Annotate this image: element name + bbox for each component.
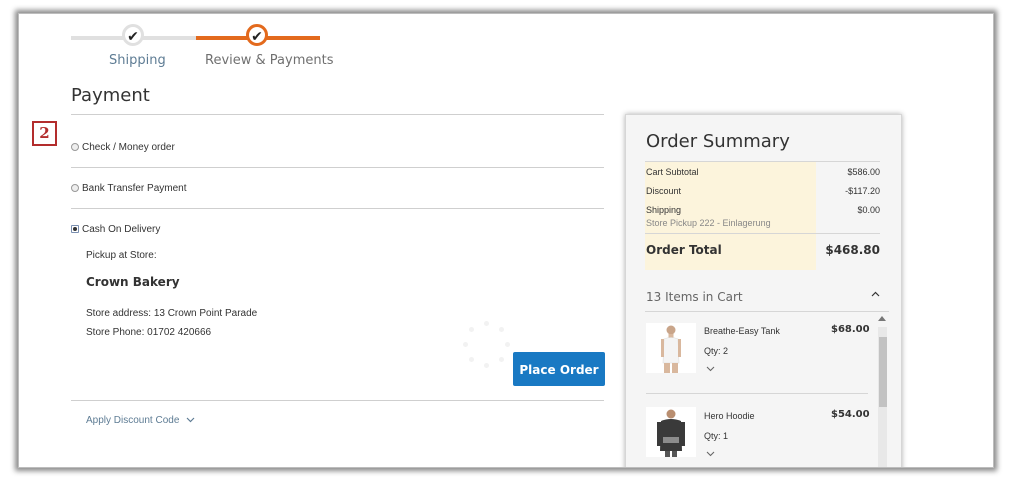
check-icon: ✔: [246, 24, 268, 46]
step-shipping[interactable]: Shipping: [109, 53, 166, 68]
chevron-up-icon[interactable]: [871, 289, 880, 300]
divider: [646, 393, 868, 394]
radio-button-selected[interactable]: [71, 225, 79, 234]
shipping-method: Store Pickup 222 - Einlagerung: [646, 218, 771, 228]
store-phone: Store Phone: 01702 420666: [86, 327, 212, 338]
product-image[interactable]: [646, 323, 696, 373]
store-name: Crown Bakery: [86, 275, 180, 289]
item-name: Hero Hoodie: [704, 411, 755, 421]
items-in-cart-toggle[interactable]: 13 Items in Cart: [646, 290, 743, 304]
apply-discount-toggle[interactable]: Apply Discount Code: [86, 415, 195, 426]
divider: [645, 311, 889, 312]
scrollbar-thumb[interactable]: [879, 337, 887, 407]
apply-discount-label: Apply Discount Code: [86, 415, 180, 426]
order-summary-title: Order Summary: [646, 131, 790, 152]
divider: [71, 208, 604, 209]
payment-method-label: Check / Money order: [82, 142, 175, 153]
chevron-down-icon[interactable]: [706, 364, 715, 374]
item-price: $68.00: [831, 324, 870, 335]
payment-method-label: Cash On Delivery: [82, 224, 161, 235]
radio-button[interactable]: [71, 184, 79, 193]
divider: [71, 114, 604, 115]
product-image[interactable]: [646, 407, 696, 457]
discount-label: Discount: [646, 186, 682, 196]
subtotal-value: $586.00: [847, 167, 880, 177]
divider: [71, 167, 604, 168]
divider: [645, 233, 880, 234]
payment-method-bank-transfer[interactable]: Bank Transfer Payment: [71, 183, 187, 194]
shipping-label: Shipping: [646, 205, 682, 215]
item-price: $54.00: [831, 409, 870, 420]
payment-method-cash-on-delivery[interactable]: Cash On Delivery: [71, 224, 160, 235]
discount-value: -$117.20: [845, 186, 880, 196]
payment-method-label: Bank Transfer Payment: [82, 183, 187, 194]
scroll-up-arrow-icon[interactable]: [878, 315, 886, 323]
divider: [645, 161, 880, 162]
order-total-label: Order Total: [646, 243, 722, 257]
page-title: Payment: [71, 85, 150, 106]
place-order-button[interactable]: Place Order: [513, 352, 605, 386]
step-number-badge: 2: [32, 121, 57, 146]
item-qty: Qty: 1: [704, 431, 729, 441]
store-address: Store address: 13 Crown Point Parade: [86, 308, 258, 319]
chevron-down-icon[interactable]: [706, 449, 715, 459]
step-review-payments: Review & Payments: [205, 53, 334, 68]
loading-spinner-icon: [462, 321, 512, 371]
item-name: Breathe-Easy Tank: [704, 326, 780, 336]
pickup-label: Pickup at Store:: [86, 250, 157, 261]
check-icon: ✔: [122, 24, 144, 46]
item-qty: Qty: 2: [704, 346, 729, 356]
order-total-value: $468.80: [825, 243, 880, 257]
shipping-value: $0.00: [857, 205, 880, 215]
payment-method-check[interactable]: Check / Money order: [71, 142, 175, 153]
radio-button[interactable]: [71, 143, 79, 152]
checkout-window: ✔ ✔ Shipping Review & Payments Payment 2…: [18, 13, 994, 468]
subtotal-label: Cart Subtotal: [646, 167, 699, 177]
divider: [71, 400, 604, 401]
order-summary: Order Summary Cart Subtotal $586.00 Disc…: [625, 114, 902, 467]
chevron-down-icon: [186, 415, 195, 426]
